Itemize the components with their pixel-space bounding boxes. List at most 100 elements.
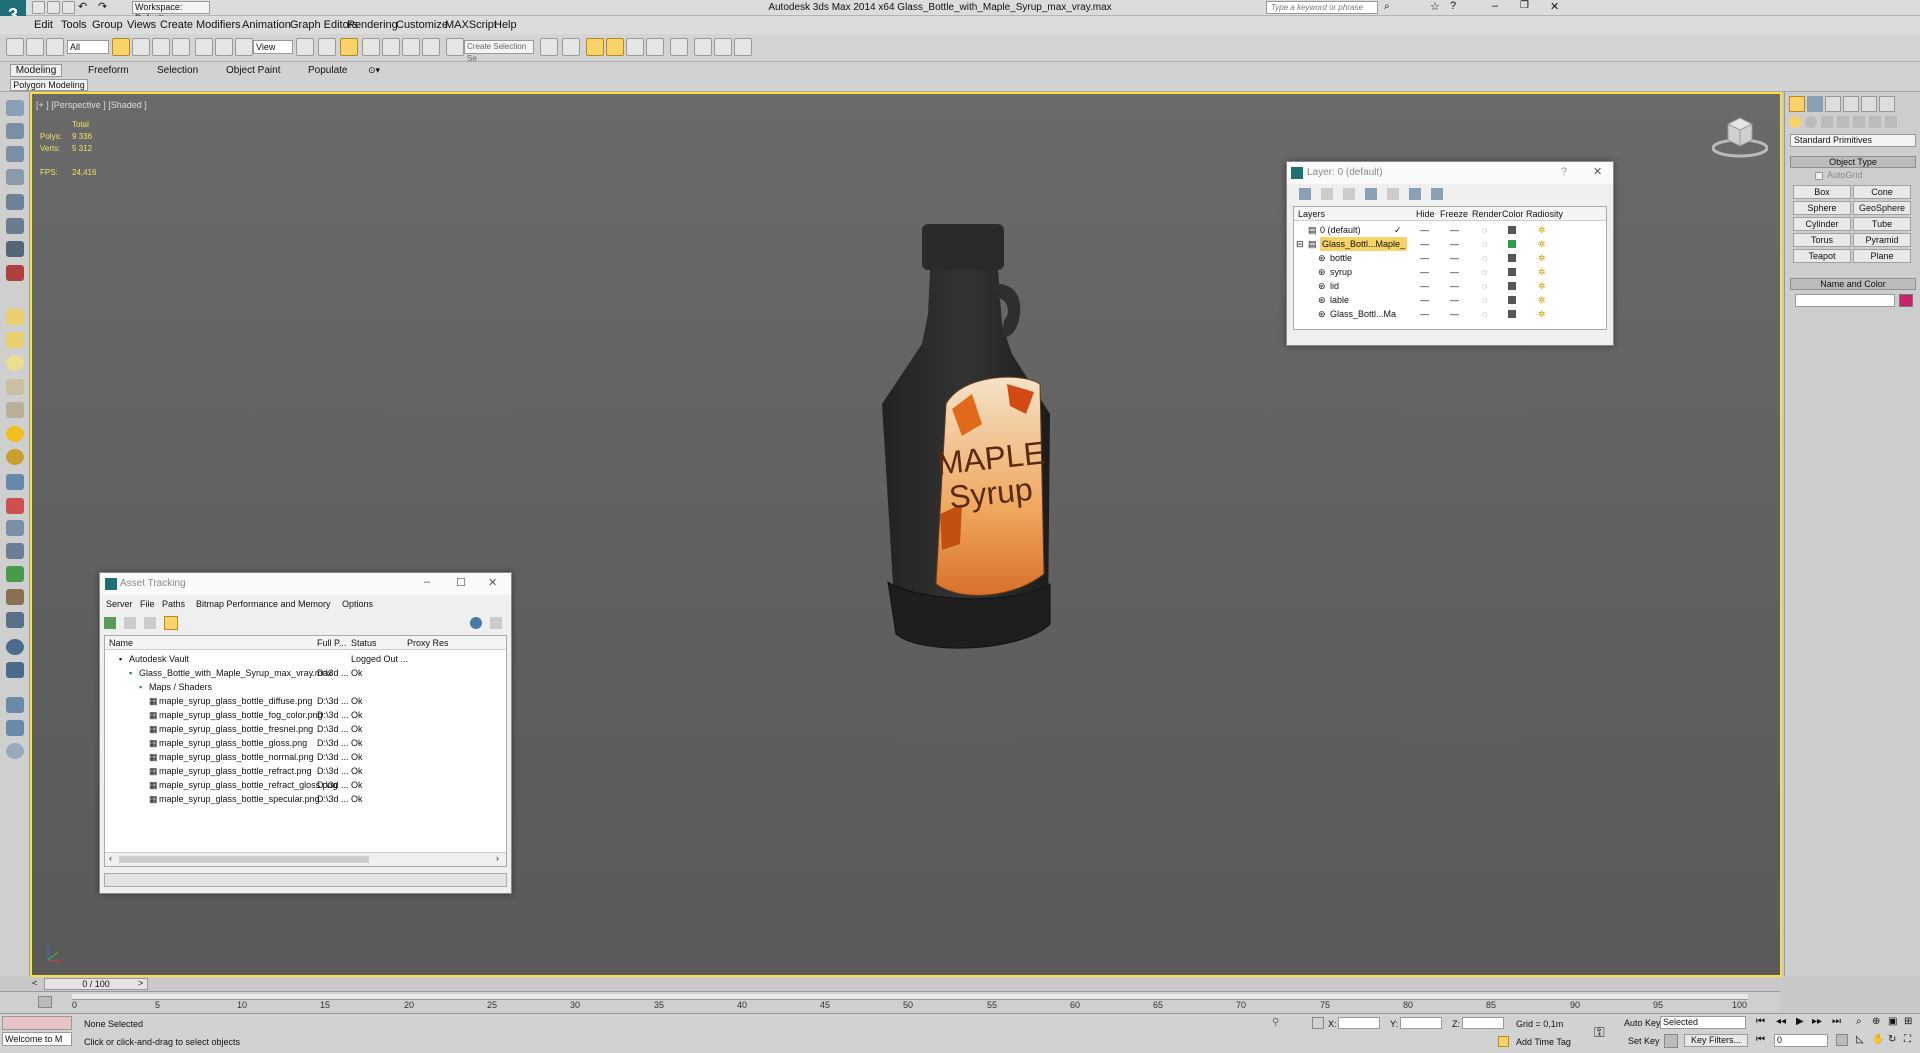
menu-help[interactable]: Help [494, 19, 517, 31]
asset-col-status[interactable]: Status [351, 636, 377, 650]
menu-modifiers[interactable]: Modifiers [196, 19, 241, 31]
z-coordinate-field[interactable] [1462, 1017, 1504, 1029]
zoom-extents-icon[interactable]: ▣ [1888, 1016, 1897, 1027]
asset-close-icon[interactable]: ✕ [488, 576, 497, 589]
systems-icon[interactable] [1885, 116, 1897, 128]
layer-row[interactable]: ▤ 0 (default) ✓ — — ◌ ✲ [1294, 223, 1606, 237]
hide-all-icon[interactable] [1409, 188, 1421, 200]
auto-key-button[interactable]: Auto Key [1624, 1018, 1661, 1028]
save-icon[interactable] [62, 1, 75, 14]
box-button[interactable]: Box [1793, 185, 1851, 199]
tool-icon-25[interactable] [6, 697, 24, 713]
thumbnail-view-icon[interactable] [144, 617, 156, 629]
graphite-toggle-icon[interactable] [606, 38, 624, 56]
go-to-start-icon[interactable]: ⏮ [1756, 1016, 1765, 1027]
keyboard-shortcut-icon[interactable] [340, 38, 358, 56]
layer-col-color[interactable]: Color [1502, 207, 1524, 221]
fov-icon[interactable]: ◺ [1856, 1034, 1864, 1045]
asset-row[interactable]: ▦ maple_syrup_glass_bottle_refract_gloss… [105, 778, 506, 792]
asset-help-icon[interactable] [490, 617, 502, 629]
camera-icon[interactable] [6, 449, 24, 465]
bind-space-warp-icon[interactable] [46, 38, 64, 56]
tool-icon-24[interactable] [6, 662, 24, 678]
layer-col-layers[interactable]: Layers [1298, 207, 1325, 221]
selection-set-dropdown[interactable]: Create Selection Se [464, 40, 534, 63]
selected-dropdown[interactable]: Selected [1660, 1016, 1746, 1029]
current-layer-check-icon[interactable]: ✓ [1394, 223, 1402, 237]
render-toggle-icon[interactable]: ◌ [1482, 251, 1487, 265]
asset-row[interactable]: ▦ maple_syrup_glass_bottle_diffuse.png D… [105, 694, 506, 708]
new-icon[interactable] [32, 1, 45, 14]
go-to-end-icon[interactable]: ⏭ [1832, 1016, 1841, 1027]
radiosity-icon[interactable]: ✲ [1538, 307, 1546, 321]
menu-create[interactable]: Create [160, 19, 193, 31]
torus-button[interactable]: Torus [1793, 233, 1851, 247]
render-toggle-icon[interactable]: ◌ [1482, 293, 1487, 307]
tool-icon-18[interactable] [6, 520, 24, 536]
scroll-right-icon[interactable]: › [496, 853, 499, 863]
help-icon[interactable]: ? [1450, 0, 1456, 12]
layer-close-icon[interactable]: ✕ [1593, 165, 1602, 178]
render-toggle-icon[interactable]: ◌ [1482, 237, 1487, 251]
tool-icon-21[interactable] [6, 589, 24, 605]
zoom-extents-all-icon[interactable]: ⊞ [1904, 1016, 1912, 1027]
render-toggle-icon[interactable]: ◌ [1482, 223, 1487, 237]
rect-selection-icon[interactable] [152, 38, 170, 56]
tool-icon-26[interactable] [6, 720, 24, 736]
tool-icon-20[interactable] [6, 566, 24, 582]
percent-snap-icon[interactable] [402, 38, 420, 56]
scroll-thumb[interactable] [119, 856, 369, 863]
radiosity-icon[interactable]: ✲ [1538, 293, 1546, 307]
object-name[interactable]: lid [1330, 279, 1339, 293]
binoculars-icon[interactable]: ⌕ [1384, 1, 1390, 12]
angle-snap-icon[interactable] [382, 38, 400, 56]
pan-icon[interactable]: ✋ [1872, 1034, 1884, 1045]
object-color-swatch[interactable] [1899, 294, 1913, 307]
pyramid-button[interactable]: Pyramid [1853, 233, 1911, 247]
add-time-tag[interactable]: Add Time Tag [1516, 1037, 1571, 1047]
layer-col-hide[interactable]: Hide [1416, 207, 1435, 221]
prev-frame-icon[interactable]: ◂◂ [1776, 1016, 1786, 1027]
object-name[interactable]: lable [1330, 293, 1349, 307]
tool-icon-8[interactable] [6, 265, 24, 281]
asset-row[interactable]: ▦ maple_syrup_glass_bottle_fresnel.png D… [105, 722, 506, 736]
list-view-icon[interactable] [124, 617, 136, 629]
autogrid-checkbox[interactable] [1815, 172, 1823, 180]
object-name[interactable]: Glass_Bottl...Ma [1330, 307, 1396, 321]
schematic-view-icon[interactable] [646, 38, 664, 56]
asset-row[interactable]: ▦ maple_syrup_glass_bottle_refract.png D… [105, 764, 506, 778]
y-coordinate-field[interactable] [1400, 1017, 1442, 1029]
select-object-icon[interactable] [112, 38, 130, 56]
asset-col-name[interactable]: Name [109, 636, 133, 650]
asset-col-proxy[interactable]: Proxy Res [407, 636, 449, 650]
layer-color-swatch[interactable] [1508, 254, 1516, 262]
hide-toggle[interactable]: — [1420, 223, 1429, 237]
category-dropdown[interactable]: Standard Primitives [1790, 134, 1916, 147]
star-icon[interactable]: ☆ [1430, 0, 1440, 13]
asset-menu-server[interactable]: Server [106, 599, 133, 609]
layer-col-render[interactable]: Render [1472, 207, 1502, 221]
render-toggle-icon[interactable]: ◌ [1482, 279, 1487, 293]
x-coordinate-field[interactable] [1338, 1017, 1380, 1029]
hide-toggle[interactable]: — [1420, 293, 1429, 307]
cylinder-button[interactable]: Cylinder [1793, 217, 1851, 231]
scale-icon[interactable] [235, 38, 253, 56]
torus-primitive-icon[interactable] [6, 402, 24, 418]
key-filters-button[interactable]: Key Filters... [1684, 1034, 1748, 1047]
restore-icon[interactable]: ❐ [1520, 0, 1529, 11]
object-name[interactable]: bottle [1330, 251, 1352, 265]
geosphere-button[interactable]: GeoSphere [1853, 201, 1911, 215]
menu-tools[interactable]: Tools [61, 19, 87, 31]
asset-menu-paths[interactable]: Paths [162, 599, 185, 609]
snap-toggle-icon[interactable] [362, 38, 380, 56]
align-icon[interactable] [562, 38, 580, 56]
collapse-icon[interactable]: ⊟ [1296, 237, 1304, 251]
light-icon[interactable] [6, 426, 24, 442]
select-by-name-icon[interactable] [132, 38, 150, 56]
viewport-label[interactable]: [+ ] [Perspective ] [Shaded ] [36, 100, 147, 110]
sphere-primitive-icon[interactable] [6, 355, 24, 371]
lock-selection-icon[interactable]: ⚲ [1272, 1017, 1279, 1028]
tab-object-paint[interactable]: Object Paint [226, 65, 280, 76]
render-toggle-icon[interactable]: ◌ [1482, 265, 1487, 279]
asset-row[interactable]: ▦ maple_syrup_glass_bottle_gloss.png D:\… [105, 736, 506, 750]
